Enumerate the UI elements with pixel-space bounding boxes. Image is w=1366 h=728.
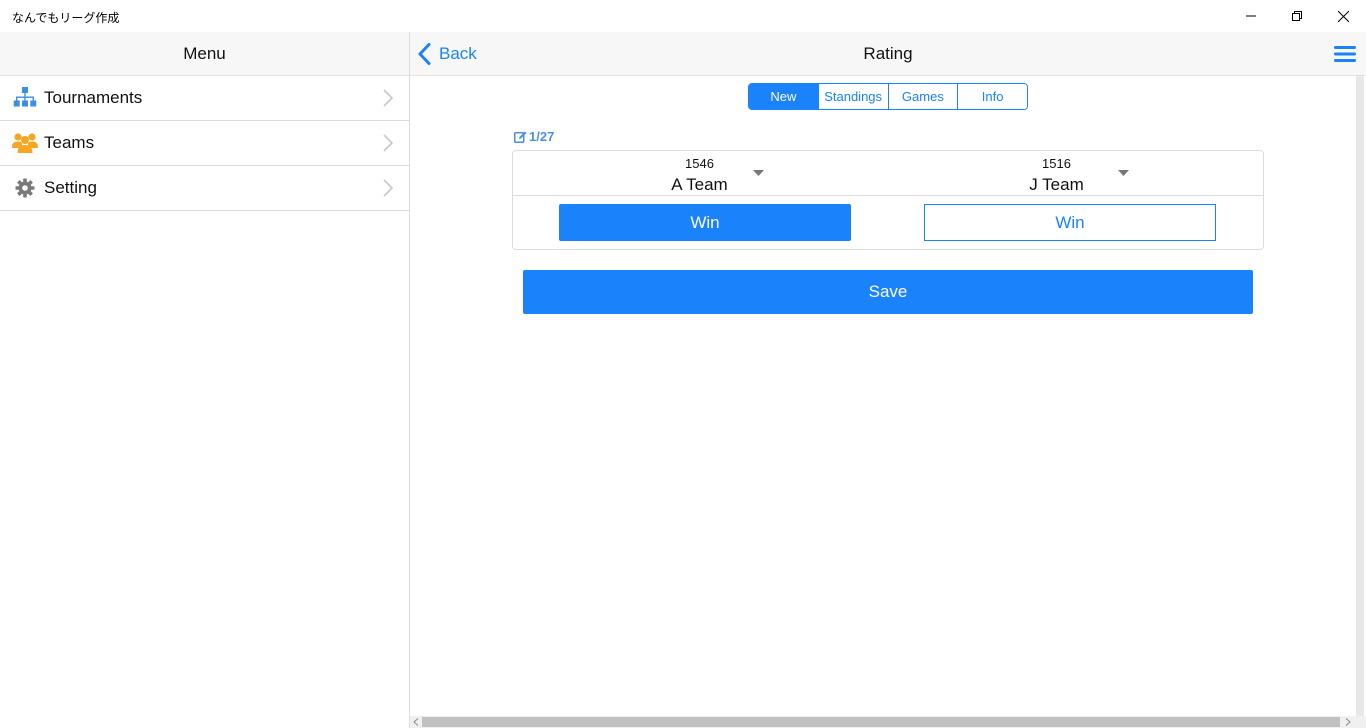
sidebar-item-setting[interactable]: Setting: [0, 166, 409, 211]
scroll-left-arrow[interactable]: [410, 716, 422, 728]
page-title-text: Rating: [863, 44, 913, 63]
window-titlebar: なんでもリーグ作成: [0, 0, 1366, 32]
horizontal-scrollbar[interactable]: [410, 716, 1366, 728]
tab-standings[interactable]: Standings: [817, 84, 888, 109]
tab-new[interactable]: New: [749, 84, 818, 109]
game-counter[interactable]: 1/27: [514, 129, 554, 144]
gear-icon: [11, 176, 39, 200]
sidebar-item-teams[interactable]: Teams: [0, 121, 409, 166]
scroll-right-arrow[interactable]: [1342, 716, 1354, 728]
minimize-button[interactable]: [1228, 0, 1274, 32]
chevron-left-icon: [413, 718, 419, 726]
hamburger-menu-button[interactable]: [1334, 44, 1356, 64]
restore-button[interactable]: [1274, 0, 1320, 32]
team-users-icon: [11, 131, 39, 155]
sidebar-item-label: Tournaments: [44, 88, 143, 107]
chevron-left-icon: [418, 43, 431, 65]
dropdown-caret-icon: [753, 170, 764, 176]
close-icon: [1337, 10, 1349, 22]
sidebar-item-tournaments[interactable]: Tournaments: [0, 76, 409, 121]
tournament-bracket-icon: [11, 86, 39, 110]
sidebar-item-label: Setting: [44, 178, 97, 197]
vertical-scrollbar-thumb[interactable]: [1356, 76, 1364, 716]
save-button[interactable]: Save: [523, 270, 1253, 314]
team-selection-row: 1546 A Team 1516 J Team: [513, 151, 1263, 196]
page-title: Rating: [410, 32, 1366, 76]
back-label: Back: [439, 44, 477, 63]
hamburger-menu-icon: [1334, 46, 1356, 62]
edit-icon: [514, 131, 527, 143]
sidebar-header: Menu: [0, 32, 409, 76]
minimize-icon: [1246, 15, 1256, 17]
back-button[interactable]: Back: [418, 40, 477, 68]
vertical-scrollbar[interactable]: [1354, 76, 1366, 716]
nav-bar: Rating Back: [410, 32, 1366, 76]
chevron-right-icon: [1345, 718, 1351, 726]
tab-info[interactable]: Info: [957, 84, 1027, 109]
game-counter-text: 1/27: [529, 129, 555, 144]
sidebar-item-label: Teams: [44, 133, 95, 152]
right-team-selector[interactable]: 1516 J Team: [888, 151, 1263, 196]
window-title: なんでもリーグ作成: [12, 11, 120, 25]
close-button[interactable]: [1320, 0, 1366, 32]
team-rating: 1546: [685, 156, 714, 171]
dropdown-caret-icon: [1118, 170, 1129, 176]
sidebar: Menu Tournaments Teams Setting: [0, 32, 410, 728]
team-name: J Team: [1029, 175, 1084, 194]
team-rating: 1516: [1042, 156, 1071, 171]
main-panel: Rating Back New Standings Games Info 1/2…: [410, 32, 1366, 728]
tab-bar: New Standings Games Info: [748, 83, 1028, 110]
chevron-right-icon: [383, 179, 393, 197]
restore-icon: [1292, 11, 1302, 21]
left-team-selector[interactable]: 1546 A Team: [513, 151, 888, 196]
team-name: A Team: [671, 175, 728, 194]
tab-games[interactable]: Games: [887, 84, 958, 109]
sidebar-title: Menu: [183, 43, 226, 63]
chevron-right-icon: [383, 134, 393, 152]
left-win-button[interactable]: Win: [559, 204, 851, 241]
right-win-button[interactable]: Win: [924, 204, 1216, 241]
chevron-right-icon: [383, 89, 393, 107]
horizontal-scrollbar-thumb[interactable]: [422, 717, 1340, 727]
match-card: 1546 A Team 1516 J Team Win Win: [512, 150, 1264, 250]
